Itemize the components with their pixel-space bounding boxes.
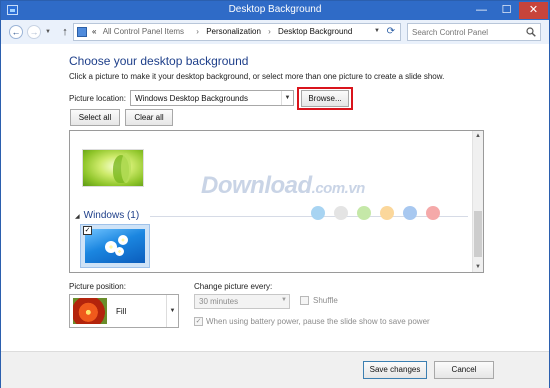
address-bar[interactable]: « All Control Panel Items › Personalizat…	[73, 23, 401, 41]
breadcrumb-separator[interactable]: ›	[191, 27, 204, 36]
picture-group-name: Windows (1)	[83, 210, 140, 221]
wallpaper-thumbnail-green[interactable]	[82, 149, 144, 187]
flower-image	[115, 247, 124, 256]
address-dropdown-chevron-icon[interactable]: ▼	[374, 28, 380, 34]
search-box[interactable]	[407, 23, 541, 41]
breadcrumb: « All Control Panel Items › Personalizat…	[92, 27, 352, 36]
shuffle-label: Shuffle	[313, 296, 338, 305]
change-picture-label: Change picture every:	[194, 282, 273, 291]
cancel-button[interactable]: Cancel	[434, 361, 494, 379]
refresh-icon[interactable]: ⟳	[387, 26, 395, 37]
flower-image	[118, 235, 128, 245]
watermark-dot	[311, 206, 325, 220]
window-title: Desktop Background	[228, 4, 322, 15]
picture-location-value: Windows Desktop Backgrounds	[135, 94, 248, 103]
watermark-dot	[357, 206, 371, 220]
scroll-thumb[interactable]	[474, 211, 482, 257]
watermark-dot	[426, 206, 440, 220]
watermark-suffix: .com.vn	[311, 180, 366, 197]
page-subtitle: Click a picture to make it your desktop …	[69, 72, 445, 81]
download-watermark: Download.com.vn	[201, 172, 365, 200]
picture-group-header[interactable]: ◢ Windows (1)	[75, 210, 139, 221]
picture-location-label: Picture location:	[69, 94, 126, 103]
breadcrumb-separator[interactable]: ›	[263, 27, 276, 36]
breadcrumb-item[interactable]: All Control Panel Items	[99, 27, 189, 36]
wallpaper-thumbnail-flowers	[85, 229, 145, 263]
watermark-dot	[403, 206, 417, 220]
search-input[interactable]	[412, 26, 522, 38]
position-preview-image	[73, 298, 107, 324]
select-all-button[interactable]: Select all	[70, 109, 120, 126]
desktop-background-window: Desktop Background — ☐ ✕ ← → ▼ ↑ « All C…	[0, 0, 550, 388]
up-arrow-icon[interactable]: ↑	[59, 25, 71, 39]
picture-position-value: Fill	[116, 307, 127, 316]
shuffle-checkbox[interactable]	[300, 296, 309, 305]
battery-pause-label: When using battery power, pause the slid…	[206, 317, 430, 326]
title-bar: Desktop Background — ☐ ✕	[1, 1, 549, 20]
change-interval-dropdown[interactable]: 30 minutes ▼	[194, 294, 290, 309]
minimize-button[interactable]: —	[469, 2, 494, 19]
watermark-dot	[380, 206, 394, 220]
back-arrow-icon[interactable]: ←	[9, 25, 23, 39]
picture-list[interactable]: ◢ Windows (1) ✓ ▲ ▼	[69, 130, 484, 273]
breadcrumb-item[interactable]: Desktop Background	[278, 27, 352, 36]
close-button[interactable]: ✕	[519, 2, 548, 19]
wallpaper-thumbnail-selected[interactable]: ✓	[80, 224, 150, 268]
save-changes-button[interactable]: Save changes	[363, 361, 427, 379]
watermark-dot	[334, 206, 348, 220]
dropdown-chevron-icon[interactable]: ▼	[281, 91, 293, 105]
change-interval-value: 30 minutes	[199, 297, 239, 306]
forward-arrow-icon[interactable]: →	[27, 25, 41, 39]
breadcrumb-overflow[interactable]: «	[92, 27, 96, 36]
scroll-down-arrow-icon[interactable]: ▼	[473, 262, 483, 272]
dialog-footer: Save changes Cancel	[1, 351, 549, 388]
scroll-up-arrow-icon[interactable]: ▲	[473, 131, 483, 141]
search-icon[interactable]	[526, 27, 536, 37]
navigation-bar: ← → ▼ ↑ « All Control Panel Items › Pers…	[1, 20, 549, 44]
maximize-button[interactable]: ☐	[494, 2, 519, 19]
wallpaper-checkbox[interactable]: ✓	[83, 226, 92, 235]
watermark-text: Download	[201, 172, 312, 199]
control-panel-folder-icon	[77, 27, 87, 37]
picture-position-dropdown[interactable]: Fill ▼	[69, 294, 179, 328]
dropdown-chevron-icon[interactable]: ▼	[281, 297, 287, 303]
picture-list-scrollbar[interactable]: ▲ ▼	[472, 131, 483, 272]
recent-locations-chevron-icon[interactable]: ▼	[45, 29, 51, 35]
dropdown-chevron-icon[interactable]: ▼	[166, 295, 178, 327]
battery-pause-checkbox[interactable]: ✓	[194, 317, 203, 326]
page-title: Choose your desktop background	[69, 54, 249, 68]
breadcrumb-item[interactable]: Personalization	[206, 27, 261, 36]
picture-location-dropdown[interactable]: Windows Desktop Backgrounds ▼	[130, 90, 294, 106]
browse-button[interactable]: Browse...	[301, 90, 349, 107]
group-divider	[150, 216, 468, 217]
picture-position-label: Picture position:	[69, 282, 126, 291]
clear-all-button[interactable]: Clear all	[125, 109, 173, 126]
collapse-triangle-icon[interactable]: ◢	[75, 214, 80, 220]
